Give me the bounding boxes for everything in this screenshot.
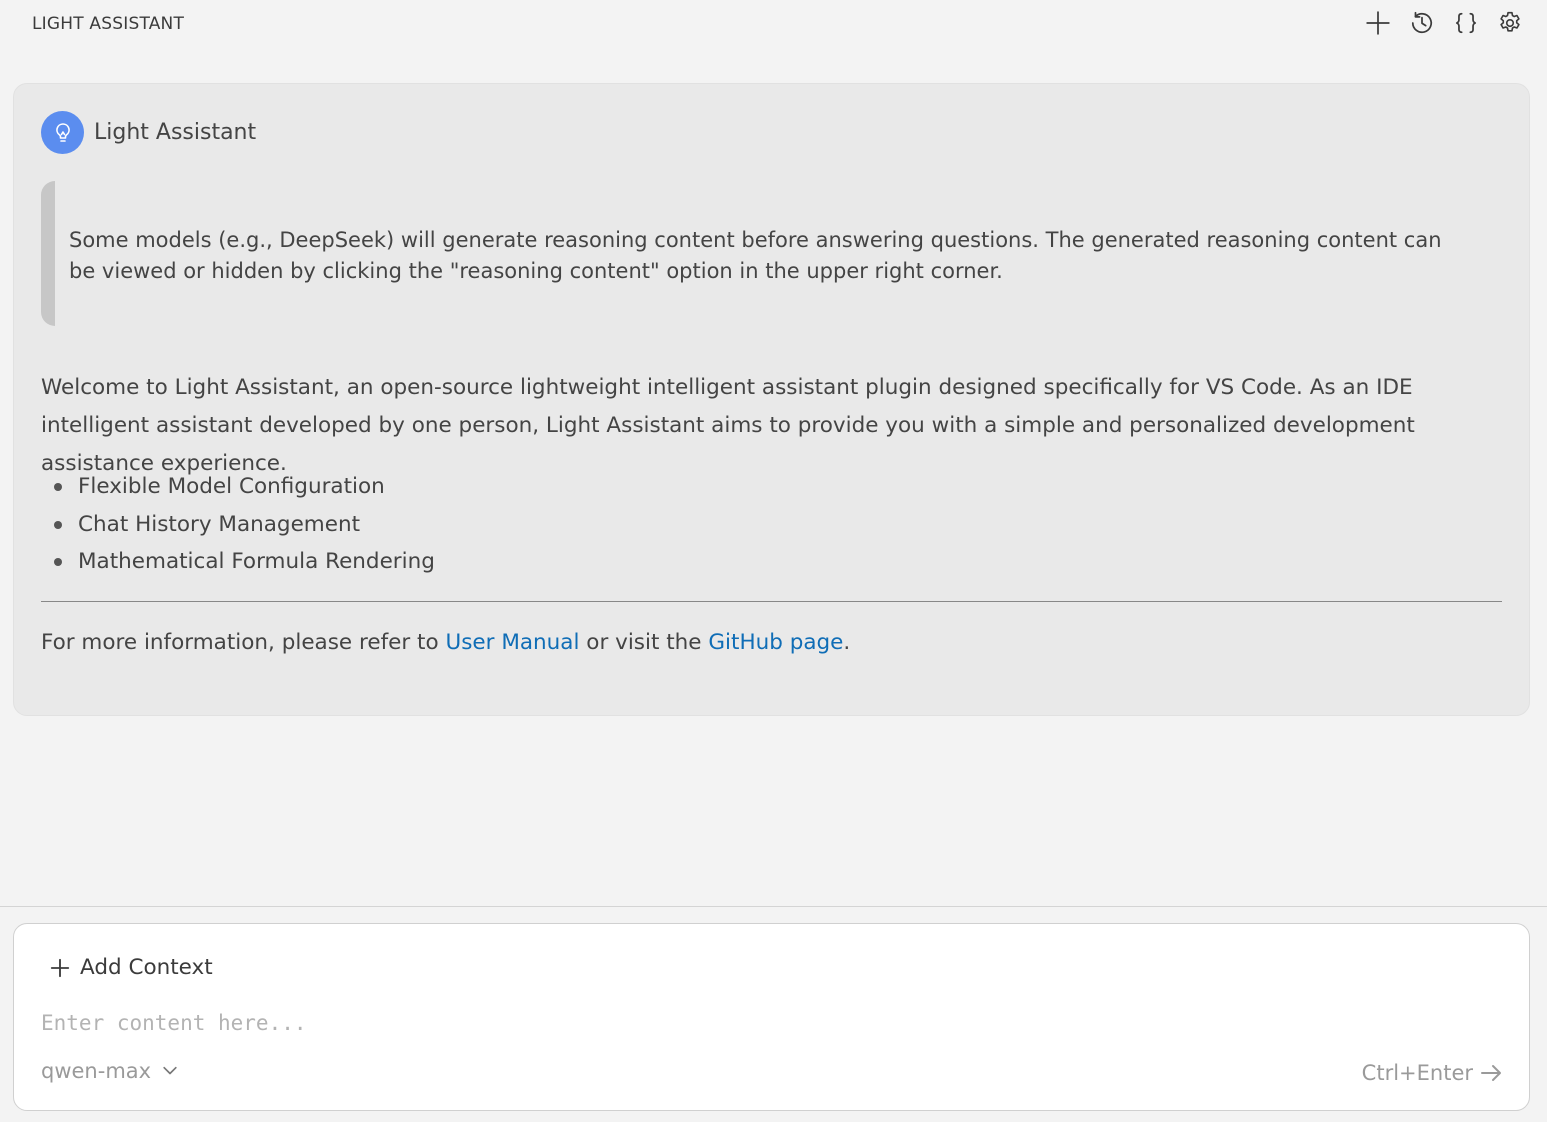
header-actions [1363,8,1525,38]
list-item: Flexible Model Configuration [41,468,435,506]
message-input[interactable] [41,1008,1501,1038]
send-shortcut-hint: Ctrl+Enter [1361,1061,1473,1085]
add-context-button[interactable]: Add Context [49,955,213,980]
reasoning-note-text: Some models (e.g., DeepSeek) will genera… [69,228,1442,283]
assistant-message-card: Light Assistant Some models (e.g., DeepS… [13,83,1530,716]
add-context-label: Add Context [80,955,213,980]
more-info-suffix: . [843,630,851,655]
avatar [41,111,84,154]
feature-list: Flexible Model Configuration Chat Histor… [41,468,435,581]
model-name: qwen-max [41,1059,152,1083]
app-title: LIGHT ASSISTANT [32,14,185,34]
welcome-paragraph: Welcome to Light Assistant, an open-sour… [41,375,1415,476]
gear-icon [1500,11,1520,32]
user-manual-link[interactable]: User Manual [445,630,579,655]
list-item: Chat History Management [41,506,435,544]
reasoning-note-blockquote: Some models (e.g., DeepSeek) will genera… [41,181,1481,326]
history-icon [1411,11,1433,34]
title-bar: LIGHT ASSISTANT [0,0,1547,50]
new-chat-button[interactable] [1363,8,1393,38]
more-info-middle: or visit the [579,630,709,655]
more-info-prefix: For more information, please refer to [41,630,446,655]
context-button[interactable] [1451,8,1481,38]
chevron-down-icon [163,1066,177,1075]
settings-button[interactable] [1495,8,1525,38]
divider [41,601,1502,602]
message-header: Light Assistant [41,111,256,154]
more-info-text: For more information, please refer to Us… [41,630,850,655]
list-item: Mathematical Formula Rendering [41,543,435,581]
braces-icon [1455,12,1477,34]
send-button[interactable]: Ctrl+Enter [1362,1061,1503,1085]
plus-icon [1366,11,1390,35]
model-selector[interactable]: qwen-max [41,1059,180,1083]
composer: Add Context qwen-max Ctrl+Enter [13,923,1530,1111]
arrow-right-icon [1481,1065,1501,1081]
github-page-link[interactable]: GitHub page [708,630,843,655]
history-button[interactable] [1407,8,1437,38]
sender-name: Light Assistant [94,120,257,145]
plus-icon [50,958,70,977]
lightbulb-icon [55,122,70,142]
composer-separator [0,906,1547,907]
